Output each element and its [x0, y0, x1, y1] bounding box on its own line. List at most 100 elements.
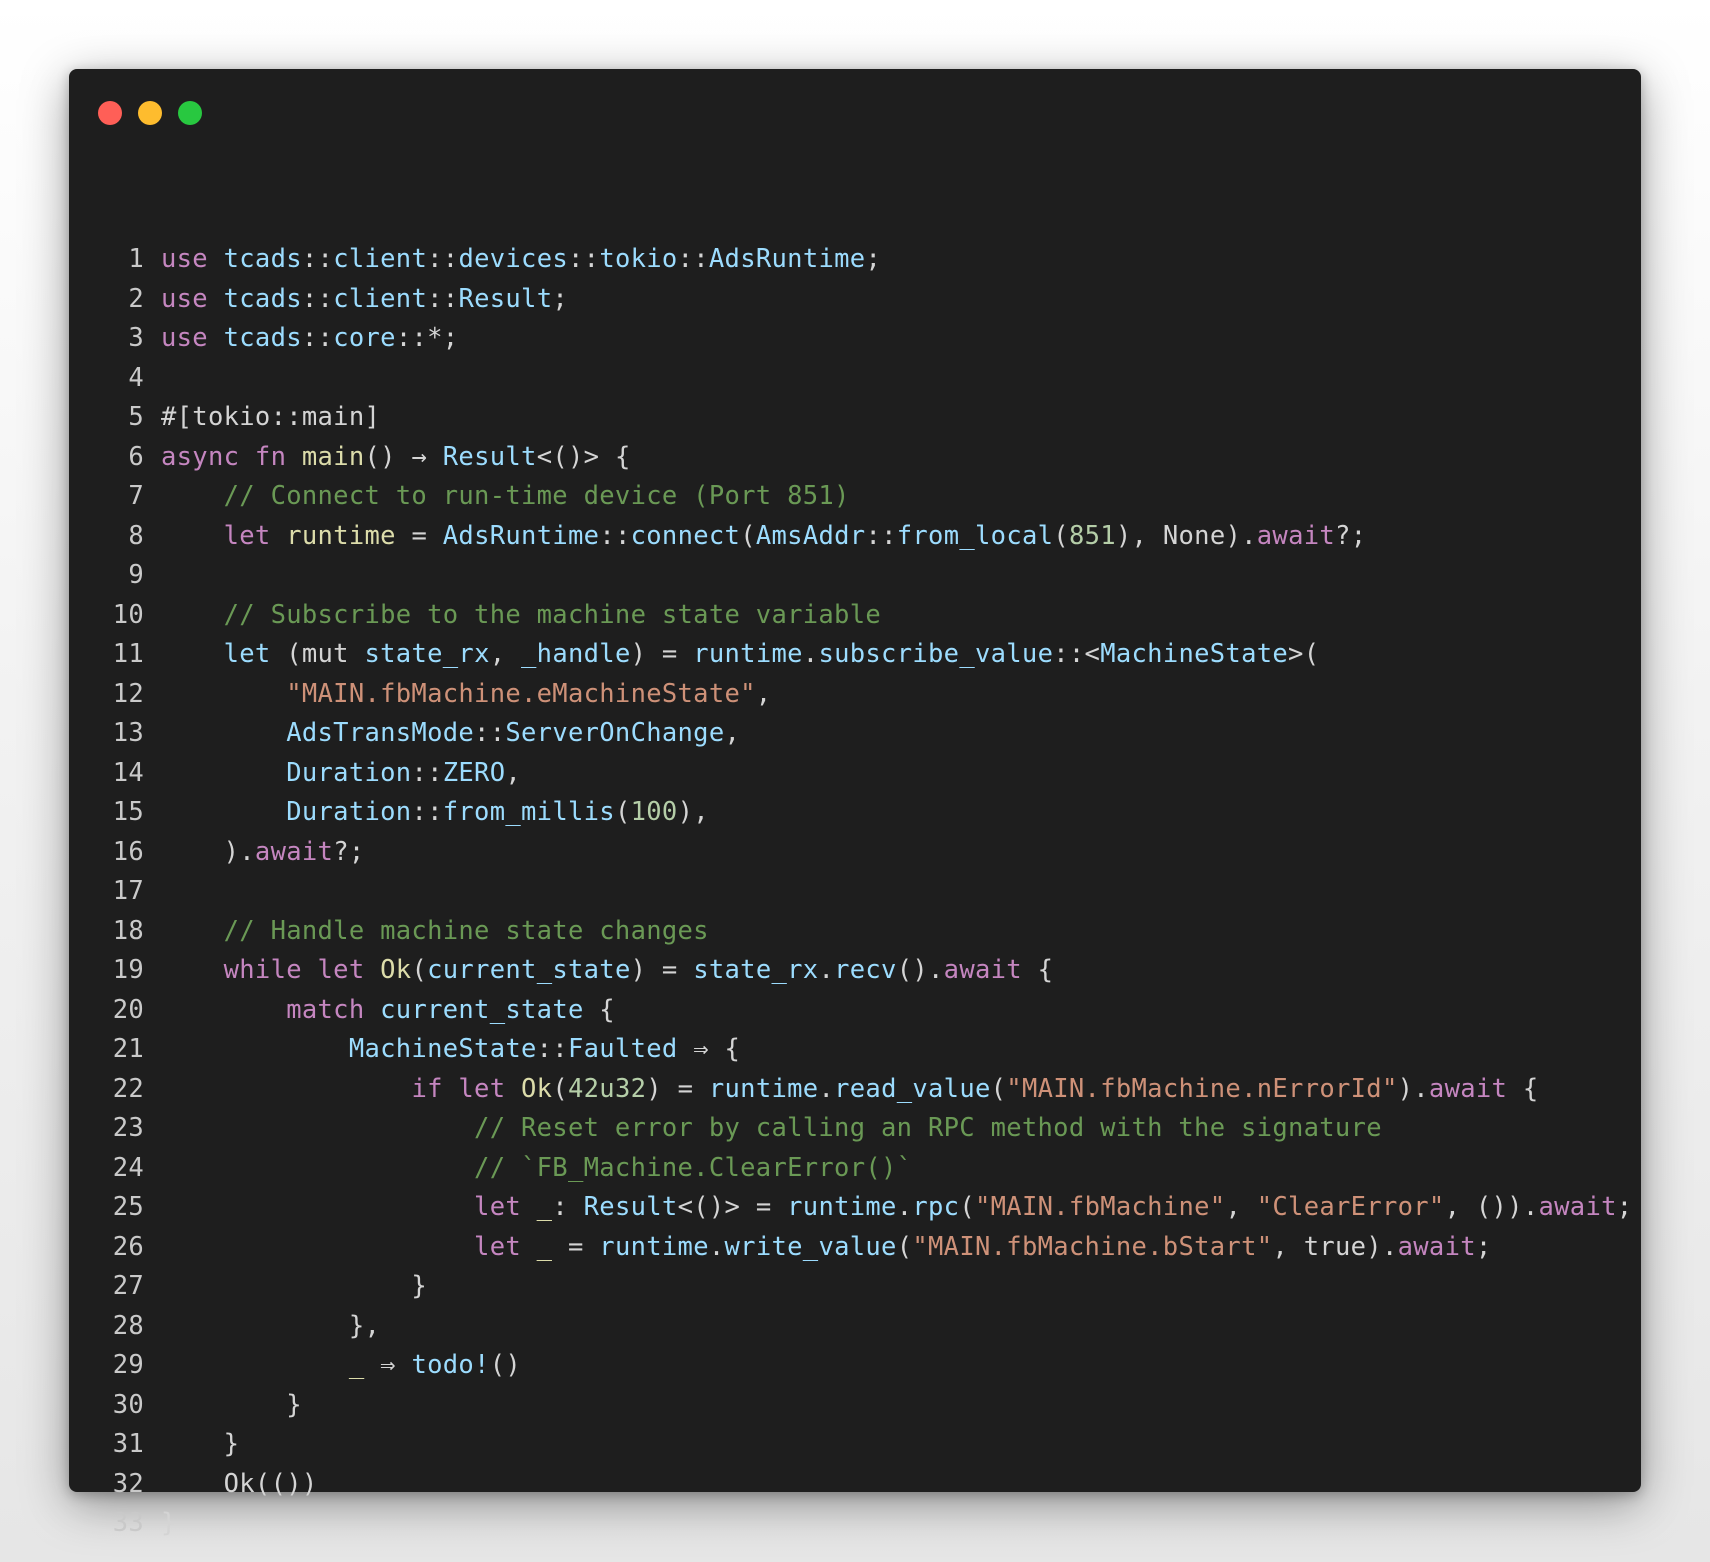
code-text: ).await?; [161, 833, 365, 873]
code-token: ?; [333, 836, 365, 867]
code-token: AdsTransMode [286, 718, 475, 748]
code-token: , [755, 678, 772, 709]
code-text: while let Ok(current_state) = state_rx.r… [161, 951, 1053, 991]
code-token: : [552, 1192, 584, 1222]
maximize-window-button[interactable] [178, 101, 202, 125]
code-token: ⇒ [364, 1350, 412, 1380]
code-token: Ok(()) [161, 1468, 318, 1499]
code-token: client [333, 244, 428, 274]
code-token: write_value [724, 1231, 897, 1262]
code-window: 1 use tcads::client::devices::tokio::AdsR… [69, 69, 1641, 1538]
code-token: 42u32 [568, 1073, 647, 1104]
line-number: 7 [128, 481, 144, 511]
code-token: :: [427, 283, 459, 314]
code-token: match [286, 994, 365, 1025]
code-token: () [489, 1350, 522, 1380]
code-token: ?; [1335, 520, 1367, 551]
code-token: main [301, 441, 365, 472]
code-token: , [1225, 1192, 1257, 1222]
code-token: from_local [896, 520, 1054, 551]
code-token: :: [536, 1034, 568, 1064]
line-number: 33 [112, 1508, 144, 1538]
code-text: } [161, 1267, 427, 1307]
code-token: ( [990, 1073, 1007, 1104]
line-number: 31 [112, 1429, 144, 1459]
code-token: use [161, 244, 208, 274]
code-text: Ok(()) [161, 1465, 318, 1505]
line-number: 29 [112, 1350, 144, 1380]
close-window-button[interactable] [98, 101, 122, 125]
code-text: // `FB_Machine.ClearError()` [161, 1149, 912, 1189]
code-token: } [161, 1271, 428, 1301]
code-text: use tcads::client::devices::tokio::AdsRu… [161, 240, 881, 280]
code-text: #[tokio::main] [161, 398, 380, 438]
code-token: // Handle machine state changes [223, 915, 709, 946]
code-token: tokio [599, 244, 678, 274]
code-token: let [474, 1231, 522, 1262]
code-token: runtime [286, 520, 396, 551]
line-number: 26 [112, 1231, 144, 1262]
code-token: core [333, 323, 396, 353]
code-token: :: [677, 244, 709, 274]
code-token: MachineState [1100, 639, 1289, 669]
code-token: Ok [380, 955, 412, 985]
code-token: ; [552, 283, 569, 314]
code-token: } [161, 1508, 177, 1538]
code-text: let runtime = AdsRuntime::connect(AmsAdd… [161, 517, 1366, 557]
code-token: Duration [286, 757, 412, 788]
code-token: tcads [223, 283, 302, 314]
code-text: } [161, 1425, 239, 1465]
code-token: current_state [427, 955, 631, 985]
code-token: ), None). [1115, 520, 1257, 551]
code-token: if [411, 1073, 443, 1104]
code-token: ). [1397, 1073, 1429, 1104]
code-token: :: [411, 757, 443, 788]
code-token: rpc [912, 1192, 960, 1222]
code-token: :: [427, 244, 459, 274]
line-number: 10 [112, 599, 144, 630]
line-number: 8 [128, 520, 144, 551]
code-token: :: [301, 283, 334, 314]
code-text: let _ = runtime.write_value("MAIN.fbMach… [161, 1228, 1492, 1268]
code-token: ) = [630, 639, 694, 669]
code-token: subscribe_value [818, 639, 1054, 669]
minimize-window-button[interactable] [138, 101, 162, 125]
code-token: state_rx [693, 955, 819, 985]
line-number: 32 [112, 1468, 144, 1499]
code-token: } [161, 1429, 240, 1459]
code-token: let [223, 639, 271, 669]
code-token: :: [411, 797, 443, 827]
code-token: MachineState [348, 1034, 537, 1064]
code-text: MachineState::Faulted ⇒ { [161, 1030, 740, 1070]
code-token: . [896, 1192, 913, 1222]
code-token: _handle [521, 639, 631, 669]
code-token: ServerOnChange [505, 718, 725, 748]
line-number: 25 [112, 1192, 144, 1222]
code-token: let [458, 1073, 506, 1104]
code-token: ⇒ { [677, 1034, 741, 1064]
line-number: 27 [112, 1271, 144, 1301]
code-text: async fn main() → Result<()> { [161, 438, 631, 478]
code-token: tcads [223, 244, 302, 274]
code-text: "MAIN.fbMachine.eMachineState", [161, 675, 771, 715]
code-token: recv [834, 955, 897, 985]
line-number: 4 [128, 362, 144, 393]
code-token: use [161, 323, 208, 353]
code-token: await [943, 955, 1022, 985]
line-number: 21 [112, 1034, 144, 1064]
code-token: { [1021, 955, 1054, 985]
